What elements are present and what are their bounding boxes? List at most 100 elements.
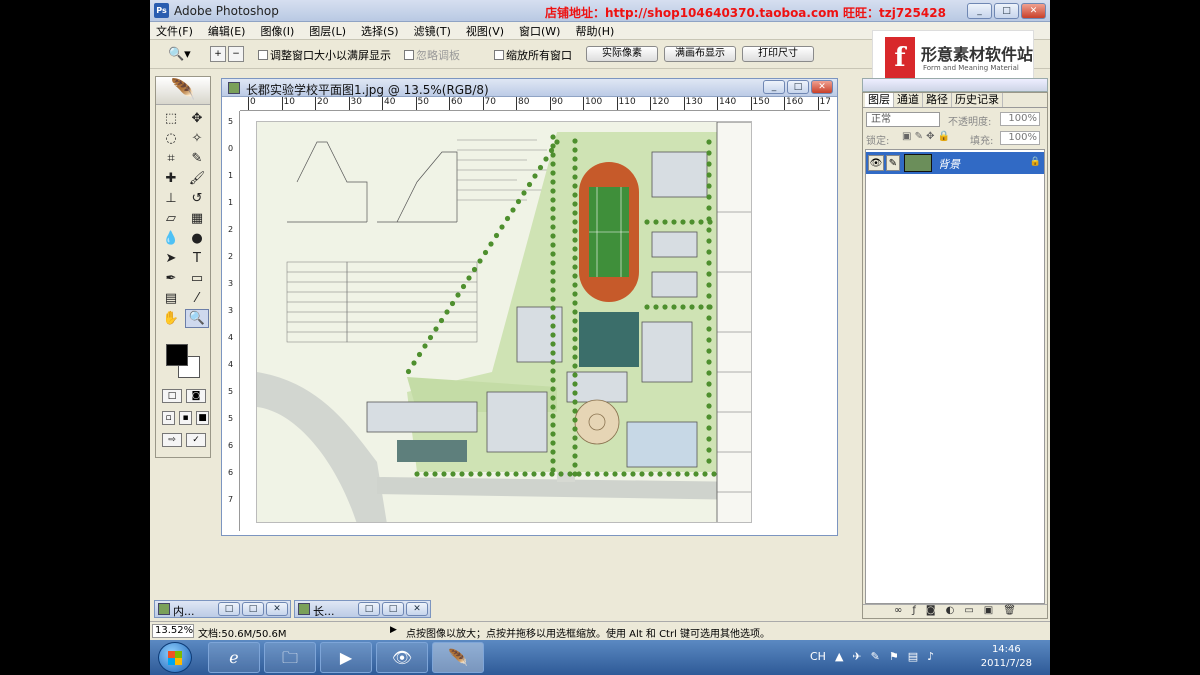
pen-tool-icon[interactable]: ✒ bbox=[159, 269, 183, 288]
tray-security-icon[interactable]: ⚑ bbox=[889, 650, 899, 663]
print-size-button[interactable]: 打印尺寸 bbox=[742, 46, 814, 62]
feather-icon[interactable]: 🪶 bbox=[156, 77, 210, 105]
zoom-tool-active-icon[interactable]: 🔍 bbox=[185, 309, 209, 328]
site-plan-image[interactable] bbox=[256, 121, 752, 523]
panel-collapse-bar[interactable] bbox=[862, 78, 1048, 92]
trash-icon[interactable]: 🗑 bbox=[1003, 605, 1016, 618]
tab-history[interactable]: 历史记录 bbox=[952, 93, 1003, 107]
text-tool-icon[interactable]: T bbox=[185, 249, 209, 268]
opacity-input[interactable]: 100% bbox=[1000, 112, 1040, 126]
check-icon[interactable]: ✓ bbox=[186, 433, 206, 447]
doc-restore-button[interactable]: □ bbox=[787, 80, 809, 94]
screen-mode-full-icon[interactable]: ■ bbox=[196, 411, 209, 425]
brush-tool-icon[interactable]: 🖌 bbox=[185, 169, 209, 188]
status-menu-arrow-icon[interactable]: ▶ bbox=[390, 625, 397, 635]
mini-restore-button[interactable]: □ bbox=[358, 602, 380, 616]
tab-paths[interactable]: 路径 bbox=[923, 93, 952, 107]
start-button[interactable] bbox=[158, 642, 192, 673]
menu-filter[interactable]: 滤镜(T) bbox=[414, 23, 451, 39]
resize-windows-option[interactable]: 调整窗口大小以满屏显示 bbox=[258, 47, 391, 63]
tab-layers[interactable]: 图层 bbox=[865, 93, 894, 107]
slice-tool-icon[interactable]: ✎ bbox=[185, 149, 209, 168]
actual-pixels-button[interactable]: 实际像素 bbox=[586, 46, 658, 62]
mini-maximize-button[interactable]: □ bbox=[382, 602, 404, 616]
blur-tool-icon[interactable]: 💧 bbox=[159, 229, 183, 248]
group-icon[interactable]: ▭ bbox=[964, 605, 973, 618]
mini-close-button[interactable]: ✕ bbox=[266, 602, 288, 616]
screen-mode-standard-icon[interactable]: ▫ bbox=[162, 411, 175, 425]
blend-mode-select[interactable]: 正常 bbox=[866, 112, 940, 127]
menu-image[interactable]: 图像(I) bbox=[260, 23, 294, 39]
photoshop-taskbar-icon[interactable]: 🪶 bbox=[432, 642, 484, 673]
hand-tool-icon[interactable]: ✋ bbox=[159, 309, 183, 328]
menu-view[interactable]: 视图(V) bbox=[466, 23, 504, 39]
layer-style-icon[interactable]: ƒ bbox=[912, 605, 916, 618]
fill-input[interactable]: 100% bbox=[1000, 131, 1040, 145]
mini-close-button[interactable]: ✕ bbox=[406, 602, 428, 616]
doc-minimize-button[interactable]: _ bbox=[763, 80, 785, 94]
zoom-all-checkbox[interactable] bbox=[494, 50, 504, 60]
menu-help[interactable]: 帮助(H) bbox=[575, 23, 614, 39]
tab-channels[interactable]: 通道 bbox=[894, 93, 923, 107]
mini-restore-button[interactable]: □ bbox=[218, 602, 240, 616]
tray-app-icon[interactable]: ✈ bbox=[852, 650, 861, 663]
resize-windows-checkbox[interactable] bbox=[258, 50, 268, 60]
language-indicator[interactable]: CH bbox=[810, 650, 826, 663]
new-layer-icon[interactable]: ▣ bbox=[984, 605, 993, 618]
menu-layer[interactable]: 图层(L) bbox=[309, 23, 346, 39]
zoom-tool-icon[interactable]: 🔍▾ bbox=[168, 47, 191, 62]
vertical-ruler[interactable]: 5 0 1 1 2 2 3 3 4 4 5 5 6 6 7 bbox=[226, 111, 240, 531]
tray-tool-icon[interactable]: ✎ bbox=[871, 650, 880, 663]
menu-file[interactable]: 文件(F) bbox=[156, 23, 193, 39]
zoom-in-icon[interactable]: + bbox=[210, 46, 226, 62]
menu-edit[interactable]: 编辑(E) bbox=[208, 23, 246, 39]
history-brush-tool-icon[interactable]: ↺ bbox=[185, 189, 209, 208]
minimize-button[interactable]: _ bbox=[967, 3, 992, 19]
move-tool-icon[interactable]: ✥ bbox=[185, 109, 209, 128]
quick-mask-icon[interactable]: ◙ bbox=[186, 389, 206, 403]
healing-tool-icon[interactable]: ✚ bbox=[159, 169, 183, 188]
path-select-tool-icon[interactable]: ➤ bbox=[159, 249, 183, 268]
doc-close-button[interactable]: ✕ bbox=[811, 80, 833, 94]
notes-tool-icon[interactable]: ▤ bbox=[159, 289, 183, 308]
magic-wand-tool-icon[interactable]: ✧ bbox=[185, 129, 209, 148]
jump-to-imageready-icon[interactable]: ⇨ bbox=[162, 433, 182, 447]
screen-mode-full-menu-icon[interactable]: ▪ bbox=[179, 411, 192, 425]
gradient-tool-icon[interactable]: ▦ bbox=[185, 209, 209, 228]
media-player-icon[interactable]: ▶ bbox=[320, 642, 372, 673]
tray-arrow-icon[interactable]: ▲ bbox=[835, 650, 843, 663]
adjustment-icon[interactable]: ◐ bbox=[946, 605, 955, 618]
minimized-doc-1[interactable]: 内... □ □ ✕ bbox=[154, 600, 291, 618]
eyedropper-tool-icon[interactable]: ⁄ bbox=[185, 289, 209, 308]
brush-icon[interactable]: ✎ bbox=[886, 155, 900, 171]
close-button[interactable]: ✕ bbox=[1021, 3, 1046, 19]
fit-screen-button[interactable]: 满画布显示 bbox=[664, 46, 736, 62]
restore-button[interactable]: □ bbox=[994, 3, 1019, 19]
link-icon[interactable]: ∞ bbox=[894, 605, 902, 618]
marquee-tool-icon[interactable]: ⬚ bbox=[159, 109, 183, 128]
layer-row-background[interactable]: 👁 ✎ 背景 🔒 bbox=[866, 152, 1044, 174]
file-explorer-icon[interactable]: 🗀 bbox=[264, 642, 316, 673]
zoom-out-icon[interactable]: − bbox=[228, 46, 244, 62]
internet-explorer-icon[interactable]: ℯ bbox=[208, 642, 260, 673]
minimized-doc-2[interactable]: 长... □ □ ✕ bbox=[294, 600, 431, 618]
shape-tool-icon[interactable]: ▭ bbox=[185, 269, 209, 288]
menu-select[interactable]: 选择(S) bbox=[361, 23, 399, 39]
mini-maximize-button[interactable]: □ bbox=[242, 602, 264, 616]
dodge-tool-icon[interactable]: ● bbox=[185, 229, 209, 248]
menu-window[interactable]: 窗口(W) bbox=[519, 23, 560, 39]
eye-icon[interactable]: 👁 bbox=[868, 155, 884, 171]
stamp-tool-icon[interactable]: ⊥ bbox=[159, 189, 183, 208]
mask-icon[interactable]: ◙ bbox=[926, 605, 936, 618]
lasso-tool-icon[interactable]: ◌ bbox=[159, 129, 183, 148]
network-icon[interactable]: ▤ bbox=[908, 650, 918, 663]
volume-icon[interactable]: ♪ bbox=[927, 650, 934, 663]
clock[interactable]: 14:46 2011/7/28 bbox=[981, 643, 1032, 671]
zoom-all-option[interactable]: 缩放所有窗口 bbox=[494, 47, 572, 63]
document-titlebar[interactable]: 长郡实验学校平面图1.jpg @ 13.5%(RGB/8) _ □ ✕ bbox=[222, 79, 837, 97]
standard-mode-icon[interactable]: □ bbox=[162, 389, 182, 403]
lock-icons[interactable]: ▣ ✎ ✥ 🔒 bbox=[902, 131, 950, 142]
foreground-color-swatch[interactable] bbox=[166, 344, 188, 366]
horizontal-ruler[interactable]: 0 10 20 30 40 50 60 70 80 90 100 110 120 130 140 150 160… bbox=[240, 97, 830, 111]
photo-app-icon[interactable]: 👁 bbox=[376, 642, 428, 673]
